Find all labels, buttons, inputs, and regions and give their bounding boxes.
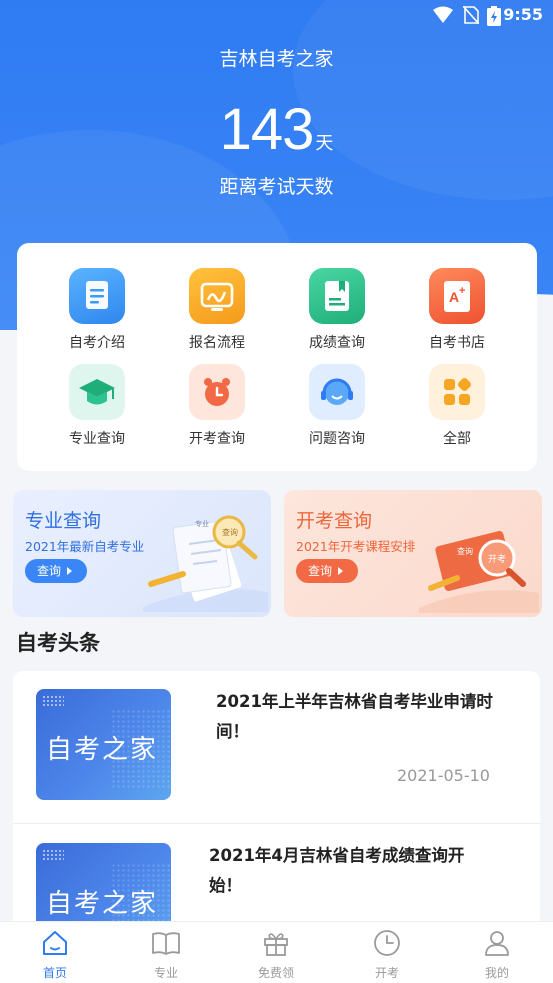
news-title-line: 2021年4月吉林省自考成绩查询开 [209, 846, 465, 865]
tab-free[interactable]: 免费领 [221, 928, 331, 981]
feature-grid: 自考介绍 报名流程 成绩查询 A + 自考书店 专业查询 开考查询 问题咨询 全… [17, 243, 537, 471]
thumb-text: 自考之家 [46, 735, 159, 765]
grid-item-signup[interactable]: 报名流程 [157, 268, 277, 352]
grid-item-intro[interactable]: 自考介绍 [37, 268, 157, 352]
grid-item-label: 自考书店 [429, 335, 485, 351]
intro-doc-icon [69, 268, 125, 324]
svg-text:+: + [459, 285, 465, 297]
promo-title: 开考查询 [296, 510, 373, 532]
svg-text:A: A [449, 289, 459, 305]
score-query-icon [309, 268, 365, 324]
thumb-dots-decor [42, 849, 64, 861]
exam-countdown: 143 天 [0, 96, 553, 163]
grid-item-label: 专业查询 [69, 431, 125, 447]
bottom-tab-bar: 首页 专业 免费领 开考 我的 [0, 921, 553, 983]
news-item[interactable]: 自考之家 2021年上半年吉林省自考毕业申请时 间！ 2021-05-10 [13, 671, 540, 823]
tab-label: 首页 [42, 966, 67, 980]
countdown-days-unit: 天 [315, 133, 334, 154]
grid-item-bookstore[interactable]: A + 自考书店 [397, 268, 517, 352]
news-thumbnail: 自考之家 [36, 689, 171, 800]
alarm-clock-icon [189, 364, 245, 420]
news-title-line: 2021年上半年吉林省自考毕业申请时 [216, 692, 493, 711]
promo-subtitle: 2021年开考课程安排 [296, 539, 416, 554]
grid-item-exam-schedule[interactable]: 开考查询 [157, 364, 277, 448]
promo-art-sheet-tag: 专业 [195, 519, 209, 528]
grid-item-consult[interactable]: 问题咨询 [277, 364, 397, 448]
headset-icon [309, 364, 365, 420]
promo-exam-schedule[interactable]: 开考查询 2021年开考课程安排 查询 查询 开考 [284, 490, 542, 617]
all-apps-icon [429, 364, 485, 420]
signup-process-icon [189, 268, 245, 324]
tab-label: 专业 [153, 966, 178, 980]
news-title-line: 始！ [209, 876, 242, 895]
promo-art-lens-tag: 查询 [222, 527, 238, 537]
tab-mine[interactable]: 我的 [442, 928, 552, 981]
grid-item-major[interactable]: 专业查询 [37, 364, 157, 448]
tab-label: 我的 [484, 966, 509, 980]
book-icon [152, 932, 180, 955]
graduation-cap-icon [69, 364, 125, 420]
countdown-label: 距离考试天数 [219, 176, 334, 198]
grid-item-score[interactable]: 成绩查询 [277, 268, 397, 352]
promo-major-query[interactable]: 专业查询 2021年最新自考专业 查询 专业 查询 [13, 490, 271, 617]
countdown-days-value: 143 [219, 97, 315, 162]
battery-charging-icon [487, 6, 501, 26]
document-magnifier-illustration: 专业 查询 [143, 515, 268, 612]
promo-query-button[interactable]: 查询 [25, 559, 87, 583]
section-title-news: 自考头条 [16, 631, 100, 655]
tab-home[interactable]: 首页 [0, 928, 110, 981]
gift-icon [264, 933, 288, 956]
wifi-icon [433, 6, 453, 23]
play-triangle-icon [67, 567, 73, 575]
promo-button-label: 查询 [308, 564, 333, 578]
news-item[interactable]: 自考之家 2021年4月吉林省自考成绩查询开 始！ [13, 824, 540, 954]
user-icon [485, 931, 509, 956]
promo-button-label: 查询 [37, 564, 62, 578]
grid-item-label: 开考查询 [189, 431, 245, 447]
clock-icon [374, 930, 400, 956]
status-bar: 9:55 [0, 0, 553, 32]
status-time: 9:55 [503, 5, 543, 24]
promo-query-button[interactable]: 查询 [296, 559, 358, 583]
tab-label: 开考 [374, 966, 399, 980]
board-magnifier-illustration: 查询 开考 [419, 531, 539, 613]
grid-item-label: 自考介绍 [69, 335, 125, 351]
news-title: 2021年上半年吉林省自考毕业申请时 间！ [216, 687, 493, 747]
thumb-dots-decor [42, 695, 64, 707]
promo-art-board-tag: 查询 [457, 546, 473, 556]
grid-item-label: 报名流程 [189, 335, 245, 351]
news-title: 2021年4月吉林省自考成绩查询开 始！ [209, 841, 464, 901]
thumb-text: 自考之家 [46, 889, 159, 919]
grid-item-label: 成绩查询 [309, 335, 365, 351]
no-sim-icon [463, 6, 479, 24]
tab-label: 免费领 [257, 966, 294, 980]
grid-item-label: 全部 [443, 431, 471, 447]
promo-subtitle: 2021年最新自考专业 [25, 539, 145, 554]
play-triangle-icon [338, 567, 344, 575]
news-title-line: 间！ [216, 722, 249, 741]
promo-title: 专业查询 [25, 510, 102, 532]
tab-major[interactable]: 专业 [111, 928, 221, 981]
grid-item-label: 问题咨询 [309, 431, 365, 447]
promo-art-lens-tag: 开考 [488, 554, 506, 565]
tab-exam[interactable]: 开考 [332, 928, 442, 981]
home-icon [43, 931, 67, 955]
app-title: 吉林自考之家 [219, 48, 334, 70]
news-date: 2021-05-10 [397, 766, 490, 785]
grid-item-all[interactable]: 全部 [397, 364, 517, 448]
bookstore-icon: A + [429, 268, 485, 324]
